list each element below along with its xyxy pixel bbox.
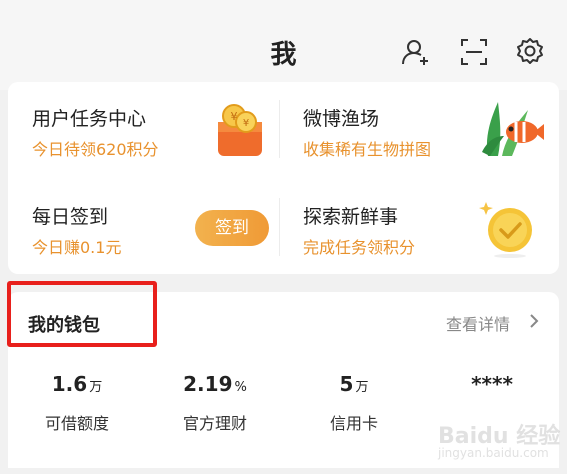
highlight-annotation: [7, 281, 157, 347]
scan-icon[interactable]: [458, 36, 490, 68]
metric-label: 官方理财: [182, 414, 247, 433]
task-title: 微博渔场: [303, 108, 380, 130]
metric-credit-card[interactable]: 5万 信用卡: [294, 372, 414, 434]
task-subtitle: 今日待领620积分: [32, 140, 159, 159]
task-subtitle: 完成任务领积分: [303, 238, 416, 257]
settings-icon[interactable]: [514, 36, 546, 68]
watermark-url: jingyan.baidu.com: [438, 446, 549, 460]
profile-page: 我 用户任务中心 今日待领620积分 ¥ ¥ 微博渔场 收集稀有生物拼图 每日签…: [0, 0, 567, 474]
metric-credit-limit[interactable]: 1.6 万 可借额度: [17, 372, 137, 434]
metric-value: 2.19: [183, 372, 233, 396]
checkin-button[interactable]: 签到: [195, 210, 269, 246]
metric-wealth[interactable]: 2.19% 官方理财: [155, 372, 275, 434]
svg-text:¥: ¥: [243, 118, 249, 129]
check-medal-icon: [479, 202, 532, 258]
chevron-right-icon[interactable]: [528, 313, 540, 329]
metric-unit: 万: [355, 380, 369, 395]
metric-value: ****: [471, 372, 513, 396]
task-title: 每日签到: [32, 206, 109, 228]
task-title: 用户任务中心: [32, 108, 147, 130]
coin-bag-icon: ¥ ¥: [218, 104, 262, 156]
task-title: 探索新鲜事: [303, 206, 399, 228]
task-subtitle: 收集稀有生物拼图: [303, 140, 432, 159]
metric-value: 5: [339, 372, 354, 396]
fish-icon: [482, 102, 544, 156]
top-bar: 我: [0, 0, 567, 90]
add-friend-icon[interactable]: [400, 36, 432, 68]
svg-text:¥: ¥: [231, 110, 238, 123]
metric-hidden[interactable]: ****: [432, 372, 552, 396]
wallet-detail-link[interactable]: 查看详情: [446, 311, 510, 335]
metric-label: 信用卡: [329, 414, 378, 433]
task-subtitle: 今日赚0.1元: [32, 238, 122, 257]
metric-unit: 万: [89, 380, 103, 395]
metric-value: 1.6: [51, 372, 88, 396]
metric-label: 可借额度: [44, 414, 109, 433]
metric-unit: %: [234, 380, 247, 395]
